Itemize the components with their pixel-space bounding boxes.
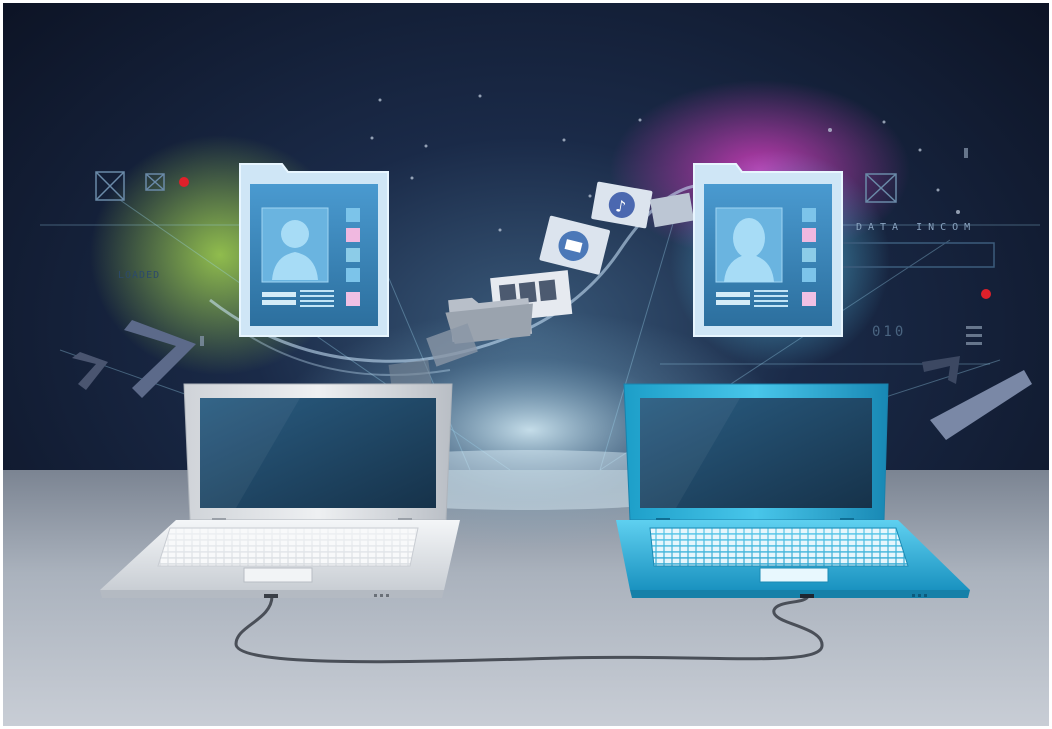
scene-graphic: ♪: [0, 0, 1052, 729]
profile-card-right: [693, 163, 843, 337]
profile-card-left: [239, 163, 389, 337]
hud-binary-code: 010: [872, 324, 907, 340]
red-indicator-left: [179, 177, 189, 187]
data-transfer-illustration: ♪ LOADED DATA INCOM 010: [0, 0, 1052, 729]
hud-loaded-label: LOADED: [118, 270, 161, 281]
red-indicator-right: [981, 289, 991, 299]
hud-data-incoming-label: DATA INCOM: [856, 222, 977, 233]
